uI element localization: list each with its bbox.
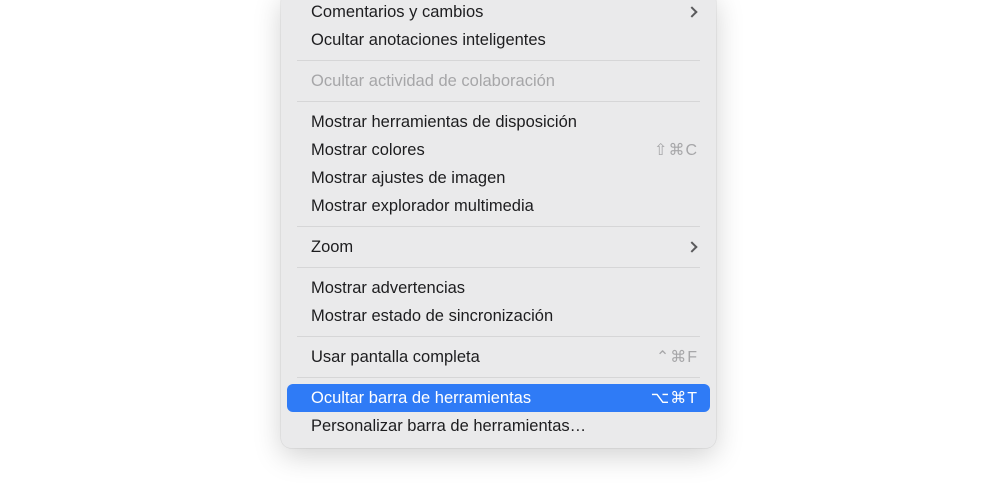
menu-separator — [297, 101, 700, 102]
menu-separator — [297, 60, 700, 61]
keyboard-shortcut: ⇧⌘C — [654, 140, 698, 160]
menu-item-fullscreen[interactable]: Usar pantalla completa ⌃⌘F — [281, 343, 716, 371]
menu-item-label: Ocultar anotaciones inteligentes — [311, 31, 698, 50]
menu-item-customize-toolbar[interactable]: Personalizar barra de herramientas… — [281, 412, 716, 440]
menu-item-label: Personalizar barra de herramientas… — [311, 417, 698, 436]
menu-item-label: Ocultar barra de herramientas — [311, 389, 651, 408]
menu-item-label: Comentarios y cambios — [311, 3, 688, 22]
menu-item-hide-toolbar[interactable]: Ocultar barra de herramientas ⌥⌘T — [287, 384, 710, 412]
menu-item-show-colors[interactable]: Mostrar colores ⇧⌘C — [281, 136, 716, 164]
menu-item-show-warnings[interactable]: Mostrar advertencias — [281, 274, 716, 302]
menu-item-label: Mostrar colores — [311, 141, 654, 160]
menu-item-label: Mostrar herramientas de disposición — [311, 113, 698, 132]
menu-item-image-settings[interactable]: Mostrar ajustes de imagen — [281, 164, 716, 192]
keyboard-shortcut: ⌥⌘T — [651, 388, 698, 408]
menu-item-label: Mostrar explorador multimedia — [311, 197, 698, 216]
context-menu: Comentarios y cambios Ocultar anotacione… — [281, 0, 716, 448]
menu-item-label: Mostrar advertencias — [311, 279, 698, 298]
menu-item-hide-annotations[interactable]: Ocultar anotaciones inteligentes — [281, 26, 716, 54]
menu-item-layout-tools[interactable]: Mostrar herramientas de disposición — [281, 108, 716, 136]
menu-item-label: Usar pantalla completa — [311, 348, 656, 367]
menu-separator — [297, 267, 700, 268]
menu-separator — [297, 336, 700, 337]
menu-item-multimedia-explorer[interactable]: Mostrar explorador multimedia — [281, 192, 716, 220]
menu-item-label: Ocultar actividad de colaboración — [311, 72, 698, 91]
chevron-right-icon — [686, 241, 697, 252]
menu-item-label: Mostrar ajustes de imagen — [311, 169, 698, 188]
menu-separator — [297, 377, 700, 378]
keyboard-shortcut: ⌃⌘F — [656, 347, 698, 367]
menu-item-label: Zoom — [311, 238, 688, 257]
menu-item-comments-changes[interactable]: Comentarios y cambios — [281, 0, 716, 26]
menu-item-label: Mostrar estado de sincronización — [311, 307, 698, 326]
chevron-right-icon — [686, 6, 697, 17]
menu-item-sync-status[interactable]: Mostrar estado de sincronización — [281, 302, 716, 330]
menu-item-zoom[interactable]: Zoom — [281, 233, 716, 261]
menu-item-hide-collab-activity: Ocultar actividad de colaboración — [281, 67, 716, 95]
menu-separator — [297, 226, 700, 227]
